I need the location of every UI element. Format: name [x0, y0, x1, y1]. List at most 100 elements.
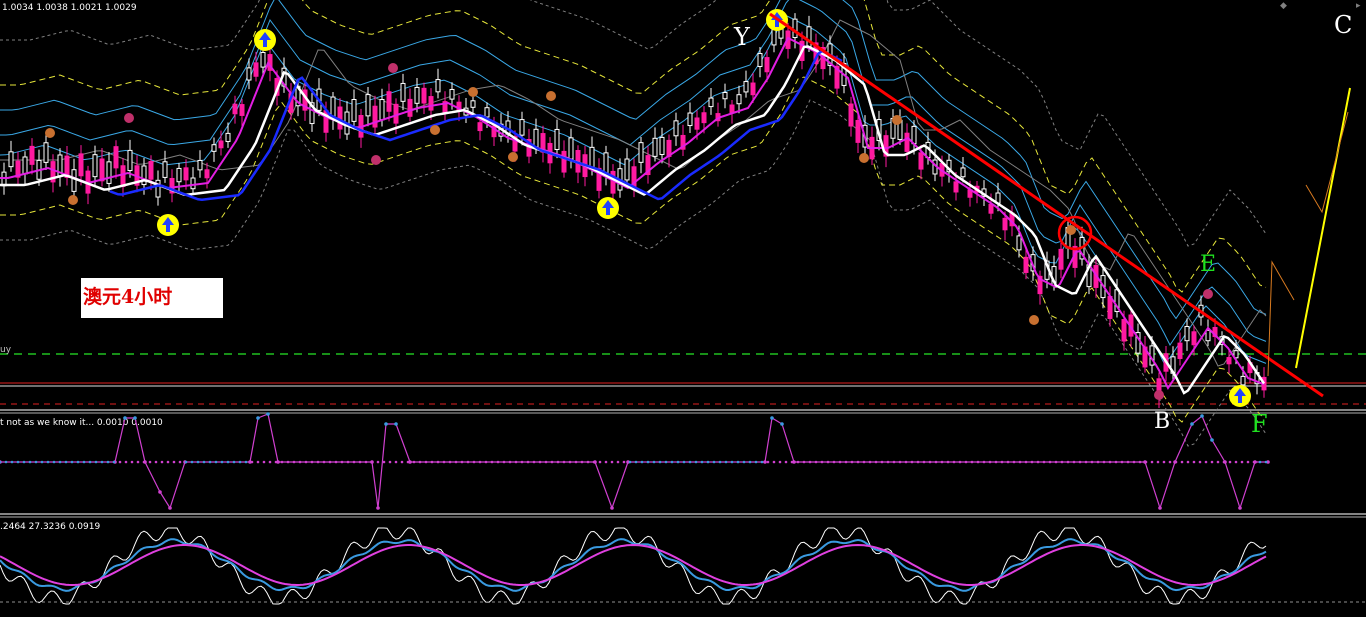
candle-body[interactable] — [218, 140, 224, 149]
signal-dot[interactable] — [45, 128, 55, 138]
candle-body[interactable] — [687, 112, 693, 127]
candle-body[interactable] — [435, 79, 441, 93]
candle-body[interactable] — [988, 203, 994, 214]
candle-body[interactable] — [43, 142, 49, 163]
candle-body[interactable] — [92, 154, 98, 178]
candle-body[interactable] — [673, 120, 679, 137]
candle-body[interactable] — [484, 107, 490, 118]
candle-body[interactable] — [176, 167, 182, 183]
scroll-icon[interactable]: ◆ — [1280, 1, 1287, 11]
signal-dot[interactable] — [546, 91, 556, 101]
candle-body[interactable] — [1240, 375, 1246, 386]
candle-body[interactable] — [960, 167, 966, 178]
candle-body[interactable] — [190, 177, 196, 190]
candle-body[interactable] — [379, 99, 385, 121]
candle-body[interactable] — [561, 150, 567, 173]
candle-body[interactable] — [1191, 331, 1197, 346]
candle-body[interactable] — [239, 104, 245, 116]
candle-body[interactable] — [400, 82, 406, 102]
candle-body[interactable] — [29, 145, 35, 165]
candle-body[interactable] — [1002, 217, 1008, 231]
candle-body[interactable] — [743, 81, 749, 93]
candle-body[interactable] — [659, 136, 665, 156]
candle-body[interactable] — [148, 160, 154, 180]
signal-dot[interactable] — [430, 125, 440, 135]
candle-body[interactable] — [421, 87, 427, 104]
candle-body[interactable] — [736, 94, 742, 105]
candle-body[interactable] — [407, 98, 413, 117]
candle-body[interactable] — [477, 122, 483, 132]
candle-body[interactable] — [519, 119, 525, 136]
candle-body[interactable] — [750, 82, 756, 96]
signal-dot[interactable] — [1203, 289, 1213, 299]
candle-body[interactable] — [1226, 357, 1232, 365]
signal-dot[interactable] — [1029, 315, 1039, 325]
signal-dot[interactable] — [859, 153, 869, 163]
candle-body[interactable] — [99, 158, 105, 182]
candle-body[interactable] — [1023, 256, 1029, 273]
candle-body[interactable] — [771, 29, 777, 46]
signal-dot[interactable] — [68, 195, 78, 205]
signal-dot[interactable] — [468, 87, 478, 97]
candle-body[interactable] — [246, 67, 252, 81]
candle-body[interactable] — [918, 152, 924, 170]
candle-body[interactable] — [22, 156, 28, 175]
candle-body[interactable] — [393, 103, 399, 124]
candle-body[interactable] — [1121, 319, 1127, 342]
candle-body[interactable] — [855, 119, 861, 143]
candle-body[interactable] — [1177, 342, 1183, 359]
signal-dot[interactable] — [388, 63, 398, 73]
candle-body[interactable] — [253, 62, 259, 77]
candle-body[interactable] — [568, 137, 574, 160]
candle-body[interactable] — [722, 92, 728, 100]
candle-body[interactable] — [1205, 329, 1211, 342]
candle-body[interactable] — [652, 137, 658, 157]
candle-body[interactable] — [792, 18, 798, 39]
candle-body[interactable] — [694, 117, 700, 130]
candle-body[interactable] — [365, 94, 371, 117]
candle-body[interactable] — [232, 103, 238, 115]
candle-body[interactable] — [225, 132, 231, 143]
candle-body[interactable] — [8, 151, 14, 168]
candle-body[interactable] — [624, 158, 630, 181]
candle-body[interactable] — [1058, 248, 1064, 270]
signal-dot[interactable] — [371, 155, 381, 165]
candle-body[interactable] — [78, 153, 84, 177]
signal-dot[interactable] — [1154, 390, 1164, 400]
candle-body[interactable] — [470, 100, 476, 108]
candle-body[interactable] — [162, 161, 168, 178]
candle-body[interactable] — [533, 128, 539, 148]
signal-dot[interactable] — [892, 115, 902, 125]
candle-body[interactable] — [113, 146, 119, 169]
signal-dot[interactable] — [508, 152, 518, 162]
candle-body[interactable] — [106, 161, 112, 184]
candle-body[interactable] — [428, 96, 434, 111]
candle-body[interactable] — [120, 165, 126, 187]
candle-body[interactable] — [764, 57, 770, 73]
candle-body[interactable] — [757, 53, 763, 67]
signal-dot[interactable] — [124, 113, 134, 123]
candle-body[interactable] — [372, 105, 378, 128]
candle-body[interactable] — [197, 159, 203, 171]
candle-body[interactable] — [1184, 325, 1190, 342]
candle-body[interactable] — [260, 51, 266, 68]
candle-body[interactable] — [848, 103, 854, 127]
candle-body[interactable] — [904, 132, 910, 152]
candle-body[interactable] — [708, 97, 714, 108]
candle-body[interactable] — [701, 112, 707, 124]
candle-body[interactable] — [911, 125, 917, 145]
candle-body[interactable] — [449, 88, 455, 100]
candle-body[interactable] — [127, 149, 133, 172]
candle-body[interactable] — [414, 86, 420, 104]
signal-dot[interactable] — [1066, 225, 1076, 235]
candle-body[interactable] — [204, 169, 210, 179]
candle-body[interactable] — [211, 144, 217, 152]
candle-body[interactable] — [953, 181, 959, 193]
candle-body[interactable] — [386, 91, 392, 112]
candle-body[interactable] — [554, 128, 560, 151]
candle-body[interactable] — [183, 167, 189, 181]
candle-body[interactable] — [638, 142, 644, 163]
candle-body[interactable] — [71, 169, 77, 192]
candle-body[interactable] — [1016, 235, 1022, 251]
autoscroll-icon[interactable]: ▸ — [1356, 1, 1361, 11]
